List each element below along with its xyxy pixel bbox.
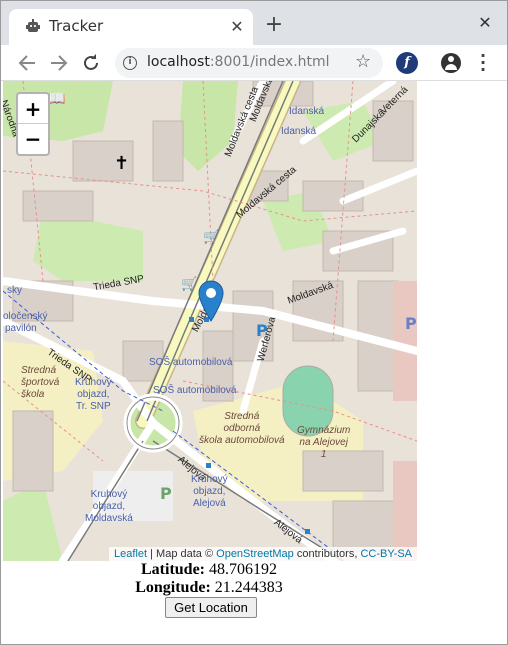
longitude-value: 21.244383 bbox=[210, 579, 283, 596]
longitude-line: Longitude: 21.244383 bbox=[1, 579, 417, 597]
profile-avatar-icon[interactable] bbox=[441, 53, 461, 73]
robot-favicon-icon bbox=[26, 19, 40, 32]
extension-icon[interactable]: f bbox=[396, 52, 418, 74]
new-tab-button[interactable]: + bbox=[263, 14, 285, 37]
map-attribution: Leaflet | Map data © OpenStreetMap contr… bbox=[109, 547, 417, 561]
leaflet-link[interactable]: Leaflet bbox=[114, 548, 147, 560]
page-content: 📖 ✝ 🛒 🛒 P P P Idanská Idanská Dunajská V… bbox=[1, 81, 507, 644]
tab-strip: Tracker ✕ + ✕ bbox=[1, 1, 507, 45]
location-marker-icon[interactable] bbox=[198, 280, 224, 322]
get-location-button[interactable]: Get Location bbox=[165, 597, 257, 618]
url-text: localhost:8001/index.html bbox=[147, 54, 330, 70]
latitude-value: 48.706192 bbox=[205, 561, 277, 578]
info-icon[interactable]: i bbox=[123, 56, 137, 70]
tab-tracker[interactable]: Tracker ✕ bbox=[9, 9, 253, 45]
browser-toolbar: i localhost:8001/index.html ☆ f · · · bbox=[1, 45, 507, 81]
osm-link[interactable]: OpenStreetMap bbox=[216, 548, 294, 560]
tab-close-icon[interactable]: ✕ bbox=[227, 17, 247, 37]
window-close-button[interactable]: ✕ bbox=[475, 13, 495, 33]
bookmark-star-icon[interactable]: ☆ bbox=[355, 51, 371, 72]
reload-icon[interactable] bbox=[79, 51, 103, 75]
forward-arrow-icon[interactable] bbox=[47, 51, 71, 75]
zoom-out-button[interactable]: − bbox=[18, 124, 48, 154]
tab-title: Tracker bbox=[49, 17, 104, 35]
latitude-line: Latitude: 48.706192 bbox=[1, 561, 417, 579]
longitude-label: Longitude: bbox=[135, 579, 211, 596]
map[interactable]: 📖 ✝ 🛒 🛒 P P P Idanská Idanská Dunajská V… bbox=[3, 81, 417, 561]
latitude-label: Latitude: bbox=[141, 561, 205, 578]
license-link[interactable]: CC-BY-SA bbox=[360, 548, 412, 560]
address-bar[interactable]: i localhost:8001/index.html ☆ bbox=[115, 48, 383, 78]
zoom-control: + − bbox=[16, 92, 50, 156]
browser-window: Tracker ✕ + ✕ i localhost:8001/index.htm… bbox=[0, 0, 508, 645]
menu-dots-icon[interactable]: · · · bbox=[476, 48, 490, 78]
back-arrow-icon[interactable] bbox=[15, 51, 39, 75]
zoom-in-button[interactable]: + bbox=[18, 94, 48, 124]
